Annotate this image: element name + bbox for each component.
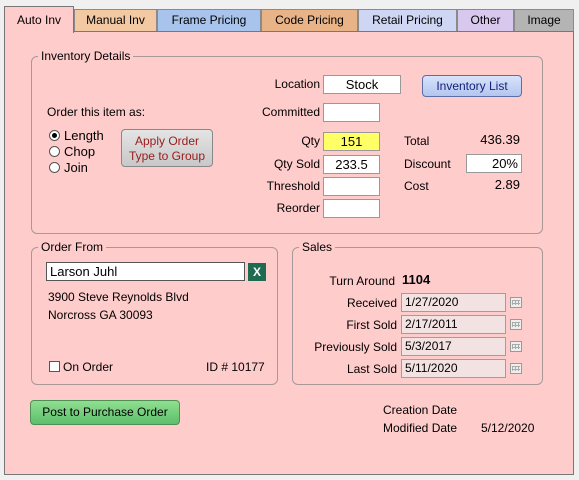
modified-date-value: 5/12/2020 bbox=[481, 421, 535, 435]
post-to-purchase-order-button[interactable]: Post to Purchase Order bbox=[30, 400, 180, 425]
received-calendar-icon[interactable] bbox=[510, 297, 522, 308]
radio-length-label: Length bbox=[64, 128, 104, 143]
cost-label: Cost bbox=[404, 179, 429, 193]
vendor-address-line2: Norcross GA 30093 bbox=[48, 308, 153, 322]
tab-manual-inv[interactable]: Manual Inv bbox=[74, 9, 157, 31]
creation-date-label: Creation Date bbox=[383, 403, 458, 417]
tab-image[interactable]: Image bbox=[514, 9, 574, 31]
order-from-group: Order From Larson Juhl X 3900 Steve Reyn… bbox=[31, 240, 278, 385]
radio-length[interactable] bbox=[49, 130, 60, 141]
tab-frame-pricing[interactable]: Frame Pricing bbox=[157, 9, 261, 31]
committed-label: Committed bbox=[261, 105, 320, 119]
last-sold-date-field[interactable]: 5/11/2020 bbox=[401, 359, 506, 378]
discount-field[interactable]: 20% bbox=[466, 154, 522, 173]
threshold-label: Threshold bbox=[266, 179, 320, 193]
radio-join[interactable] bbox=[49, 162, 60, 173]
inventory-details-legend: Inventory Details bbox=[38, 49, 134, 63]
previously-sold-date-field[interactable]: 5/3/2017 bbox=[401, 337, 506, 356]
first-sold-label: First Sold bbox=[346, 318, 397, 332]
order-from-legend: Order From bbox=[38, 240, 107, 254]
tab-code-pricing[interactable]: Code Pricing bbox=[261, 9, 358, 31]
sales-legend: Sales bbox=[299, 240, 336, 254]
tab-retail-pricing[interactable]: Retail Pricing bbox=[358, 9, 457, 31]
threshold-field[interactable] bbox=[323, 177, 380, 196]
radio-chop[interactable] bbox=[49, 146, 60, 157]
location-field[interactable]: Stock bbox=[323, 75, 401, 94]
last-sold-calendar-icon[interactable] bbox=[510, 363, 522, 374]
clear-vendor-icon[interactable]: X bbox=[248, 263, 266, 281]
qty-sold-field[interactable]: 233.5 bbox=[323, 155, 380, 174]
auto-inv-panel: Inventory Details Location Stock Invento… bbox=[4, 31, 574, 475]
last-sold-label: Last Sold bbox=[346, 362, 397, 376]
first-sold-calendar-icon[interactable] bbox=[510, 319, 522, 330]
radio-join-label: Join bbox=[64, 160, 88, 175]
committed-field[interactable] bbox=[323, 103, 380, 122]
location-label: Location bbox=[274, 77, 320, 91]
previously-sold-label: Previously Sold bbox=[314, 340, 397, 354]
received-date-field[interactable]: 1/27/2020 bbox=[401, 293, 506, 312]
discount-label: Discount bbox=[404, 157, 451, 171]
on-order-label: On Order bbox=[63, 360, 114, 374]
apply-order-type-button[interactable]: Apply Order Type to Group bbox=[121, 129, 213, 167]
tab-other[interactable]: Other bbox=[457, 9, 514, 31]
apply-button-line1: Apply Order bbox=[134, 134, 200, 148]
qty-sold-label: Qty Sold bbox=[273, 157, 320, 171]
qty-field[interactable]: 151 bbox=[323, 132, 380, 151]
reorder-label: Reorder bbox=[276, 201, 320, 215]
tab-auto-inv[interactable]: Auto Inv bbox=[4, 6, 74, 33]
vendor-address-line1: 3900 Steve Reynolds Blvd bbox=[48, 290, 189, 304]
radio-chop-label: Chop bbox=[64, 144, 96, 159]
inventory-list-button[interactable]: Inventory List bbox=[422, 75, 522, 97]
turn-around-value: 1104 bbox=[402, 272, 431, 287]
reorder-field[interactable] bbox=[323, 199, 380, 218]
cost-value: 2.89 bbox=[494, 177, 520, 192]
vendor-id: ID # 10177 bbox=[206, 360, 265, 374]
turn-around-label: Turn Around bbox=[329, 274, 395, 288]
received-label: Received bbox=[346, 296, 397, 310]
inventory-details-group: Inventory Details Location Stock Invento… bbox=[31, 49, 543, 234]
order-as-label: Order this item as: bbox=[47, 105, 146, 119]
sales-group: Sales Turn Around 1104 Received 1/27/202… bbox=[292, 240, 543, 385]
qty-label: Qty bbox=[301, 134, 320, 148]
vendor-field[interactable]: Larson Juhl bbox=[46, 262, 245, 281]
modified-date-label: Modified Date bbox=[383, 421, 458, 435]
first-sold-date-field[interactable]: 2/17/2011 bbox=[401, 315, 506, 334]
tab-bar: Auto Inv Manual Inv Frame Pricing Code P… bbox=[0, 6, 579, 33]
on-order-checkbox[interactable] bbox=[49, 361, 60, 372]
previously-sold-calendar-icon[interactable] bbox=[510, 341, 522, 352]
total-value: 436.39 bbox=[480, 132, 520, 147]
apply-button-line2: Type to Group bbox=[128, 149, 206, 163]
total-label: Total bbox=[404, 134, 430, 148]
